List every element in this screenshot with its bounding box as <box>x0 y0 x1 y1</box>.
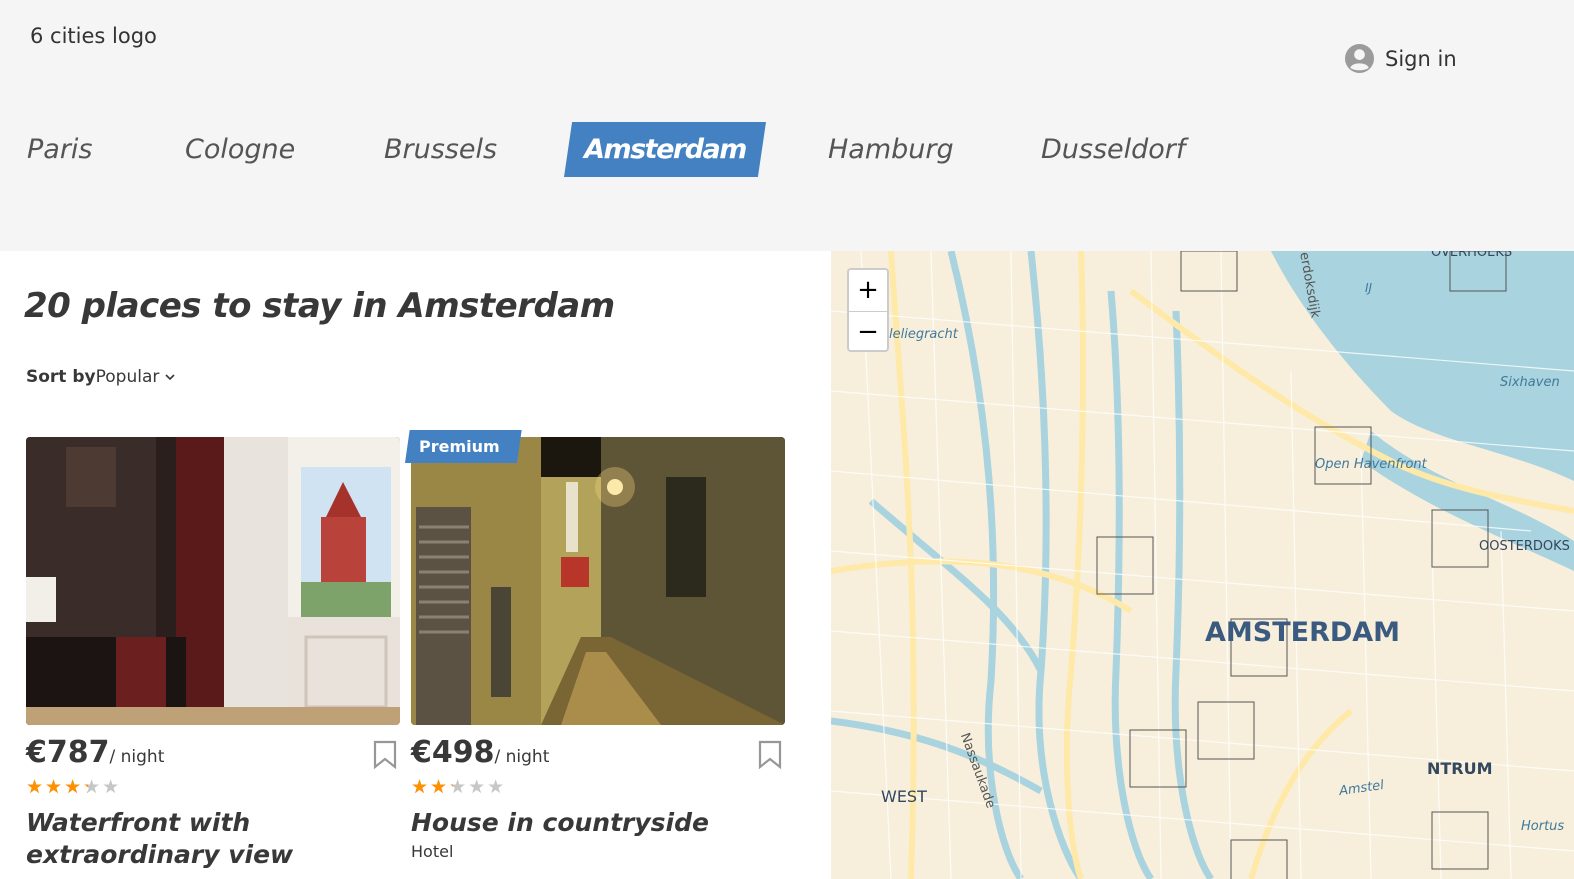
sort-label: Sort by <box>26 367 96 387</box>
offer-name[interactable]: Waterfront with extraordinary view <box>26 807 326 871</box>
sign-in-label: Sign in <box>1385 46 1457 71</box>
offer-type: Hotel <box>411 842 454 861</box>
tab-amsterdam[interactable]: Amsterdam <box>564 122 766 177</box>
price-value: €498 <box>411 735 495 770</box>
map-label-canal: leliegracht <box>889 327 958 342</box>
sort-dropdown[interactable]: Popular <box>96 367 160 387</box>
zoom-out-button[interactable]: − <box>849 312 887 353</box>
price-unit: / night <box>109 747 165 767</box>
offer-image-hotel-alley[interactable] <box>411 437 785 725</box>
logo[interactable]: 6 cities logo <box>30 24 157 48</box>
sign-in-link[interactable]: Sign in <box>1344 43 1457 74</box>
map-label-hortus: Hortus <box>1521 819 1565 834</box>
sort-control: Sort by Popular <box>26 367 176 387</box>
map-zoom-control: + − <box>847 268 889 352</box>
price-row: €498/ night <box>411 735 785 775</box>
map-label-open-havenfront: Open Havenfront <box>1315 457 1427 472</box>
offer-card: €787/ night ★★★★★ ★★★★★ Waterfront with … <box>26 437 400 871</box>
map-label-overhoeks: OVERHOEKS <box>1431 251 1513 260</box>
bookmark-icon[interactable] <box>757 740 783 770</box>
premium-badge: Premium <box>405 430 522 463</box>
tab-brussels[interactable]: Brussels <box>384 122 497 177</box>
offer-image-room-with-window[interactable] <box>26 437 400 725</box>
map-label-city: AMSTERDAM <box>1205 617 1401 648</box>
map-tiles[interactable] <box>831 251 1574 879</box>
zoom-in-button[interactable]: + <box>849 270 887 312</box>
map-label-sixhaven: Sixhaven <box>1500 375 1560 390</box>
price-unit: / night <box>494 747 550 767</box>
rating-stars: ★★★★★ ★★★★★ <box>26 776 130 798</box>
map-label-centrum: NTRUM <box>1427 759 1493 778</box>
price-row: €787/ night <box>26 735 400 775</box>
bookmark-icon[interactable] <box>372 740 398 770</box>
tab-cologne[interactable]: Cologne <box>185 122 295 177</box>
tab-dusseldorf[interactable]: Dusseldorf <box>1041 122 1185 177</box>
offer-card: Premium €498/ night ★★★★★ ★★★★★ House in… <box>405 430 785 861</box>
offers-map[interactable]: + − AMSTERDAM WEST NTRUM OOSTERDOKS OVER… <box>831 251 1574 879</box>
star-icons-filled: ★★★★★ <box>26 776 88 798</box>
user-avatar-icon <box>1344 43 1375 74</box>
map-label-west: WEST <box>881 787 927 806</box>
map-label-ij: IJ <box>1365 281 1373 295</box>
tab-hamburg[interactable]: Hamburg <box>828 122 954 177</box>
chevron-down-icon[interactable] <box>164 371 176 383</box>
price-value: €787 <box>26 735 110 770</box>
map-label-oosterdok: OOSTERDOKS <box>1479 539 1570 554</box>
site-header: 6 cities logo Sign in Paris Cologne Brus… <box>0 0 1574 251</box>
star-icons-filled: ★★★★★ <box>411 776 453 798</box>
places-title: 20 places to stay in Amsterdam <box>24 286 615 326</box>
rating-stars: ★★★★★ ★★★★★ <box>411 776 515 798</box>
offer-name[interactable]: House in countryside <box>411 807 785 839</box>
tab-paris[interactable]: Paris <box>27 122 93 177</box>
